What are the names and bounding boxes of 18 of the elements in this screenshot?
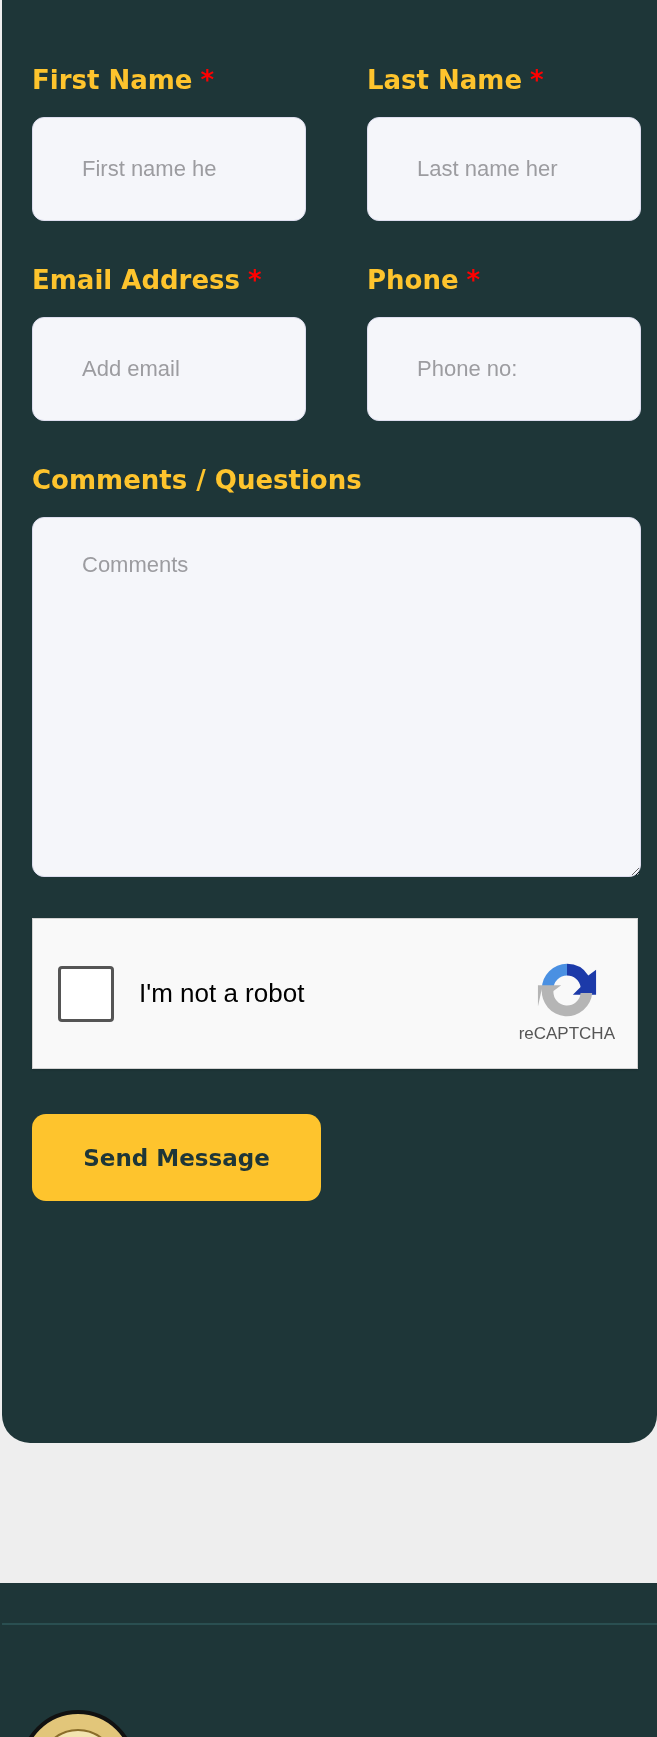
captcha-checkbox[interactable] bbox=[58, 965, 114, 1022]
recaptcha-label: reCAPTCHA bbox=[518, 1023, 615, 1044]
captcha-label: I'm not a robot bbox=[139, 978, 306, 1009]
comments-field[interactable]: Comments bbox=[32, 517, 641, 877]
field-label: Comments / Questions bbox=[32, 464, 362, 496]
required-mark: * bbox=[530, 64, 544, 96]
field-label: Email Address bbox=[32, 264, 241, 296]
field-label: Last Name bbox=[367, 64, 523, 96]
required-mark: * bbox=[200, 64, 215, 96]
required-mark: * bbox=[466, 264, 481, 296]
field-label: Phone bbox=[367, 264, 459, 296]
text-field[interactable]: Last name her bbox=[367, 117, 641, 221]
required-mark: * bbox=[248, 264, 262, 296]
text-field[interactable]: Add email bbox=[32, 317, 306, 421]
field-label: First Name bbox=[32, 64, 193, 96]
text-field[interactable]: Phone no: bbox=[367, 317, 641, 421]
text-field[interactable]: First name he bbox=[32, 117, 306, 221]
send-message-button[interactable]: Send Message bbox=[32, 1114, 321, 1201]
